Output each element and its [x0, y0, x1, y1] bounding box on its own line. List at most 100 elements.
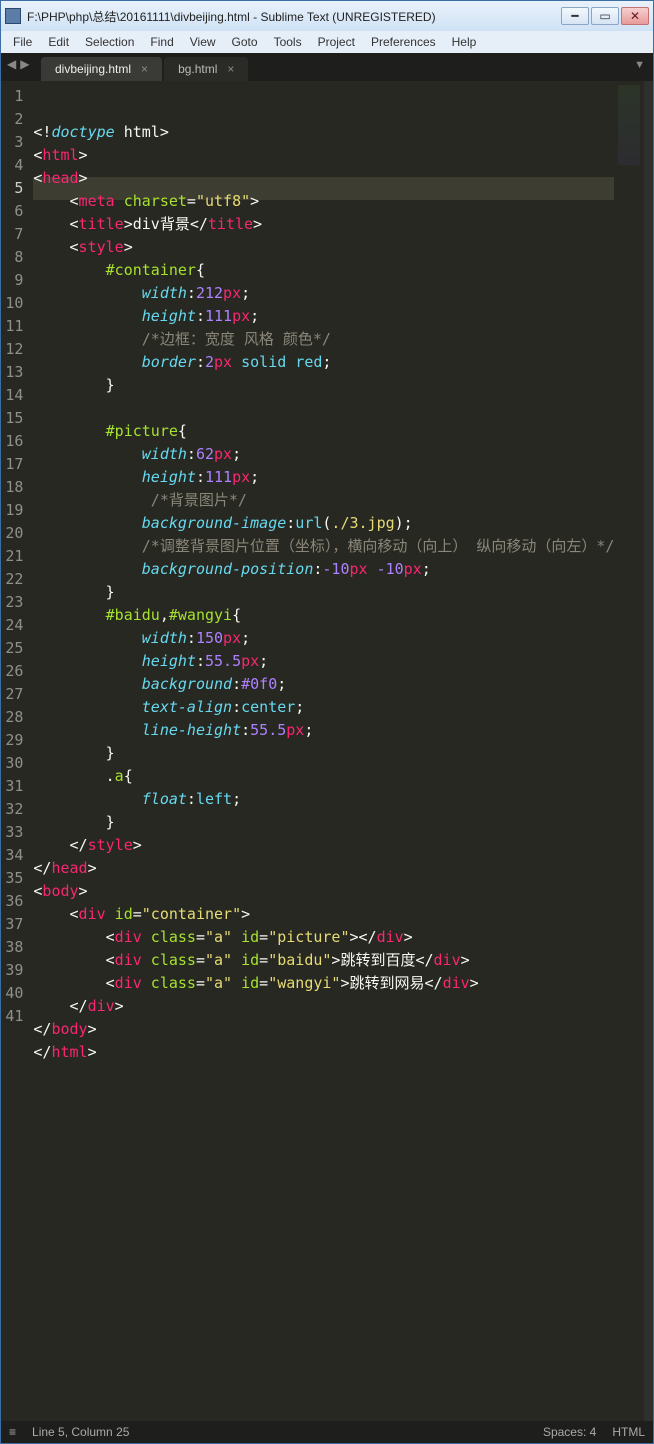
- line-number: 28: [1, 706, 23, 729]
- code-line[interactable]: <meta charset="utf8">: [33, 190, 614, 213]
- code-line[interactable]: </style>: [33, 834, 614, 857]
- tab-divbeijing[interactable]: divbeijing.html ×: [41, 57, 162, 81]
- code-line[interactable]: [33, 397, 614, 420]
- line-number: 18: [1, 476, 23, 499]
- code-line[interactable]: background-position:-10px -10px;: [33, 558, 614, 581]
- code-line[interactable]: </div>: [33, 995, 614, 1018]
- line-number: 33: [1, 821, 23, 844]
- line-number: 3: [1, 131, 23, 154]
- maximize-button[interactable]: ▭: [591, 7, 619, 25]
- code-line[interactable]: /*调整背景图片位置（坐标），横向移动（向上） 纵向移动（向左）*/: [33, 535, 614, 558]
- code-line[interactable]: }: [33, 811, 614, 834]
- vertical-scrollbar[interactable]: [644, 81, 653, 1421]
- line-number: 30: [1, 752, 23, 775]
- status-cursor-position[interactable]: Line 5, Column 25: [32, 1425, 129, 1439]
- menu-find[interactable]: Find: [144, 33, 179, 51]
- status-indent[interactable]: Spaces: 4: [543, 1425, 596, 1439]
- code-line[interactable]: text-align:center;: [33, 696, 614, 719]
- menu-selection[interactable]: Selection: [79, 33, 140, 51]
- line-number: 40: [1, 982, 23, 1005]
- minimap[interactable]: [614, 81, 644, 1421]
- line-number: 7: [1, 223, 23, 246]
- code-line[interactable]: width:212px;: [33, 282, 614, 305]
- line-number: 12: [1, 338, 23, 361]
- line-number: 37: [1, 913, 23, 936]
- code-line[interactable]: .a{: [33, 765, 614, 788]
- app-icon: [5, 8, 21, 24]
- line-number: 11: [1, 315, 23, 338]
- code-line[interactable]: line-height:55.5px;: [33, 719, 614, 742]
- code-line[interactable]: }: [33, 742, 614, 765]
- menu-help[interactable]: Help: [446, 33, 483, 51]
- editor-area: 1234567891011121314151617181920212223242…: [1, 81, 653, 1421]
- line-number-gutter[interactable]: 1234567891011121314151617181920212223242…: [1, 81, 33, 1421]
- code-line[interactable]: height:111px;: [33, 305, 614, 328]
- code-line[interactable]: <div class="a" id="picture"></div>: [33, 926, 614, 949]
- code-line[interactable]: }: [33, 374, 614, 397]
- tab-prev-icon[interactable]: ◀: [7, 57, 16, 71]
- code-line[interactable]: #picture{: [33, 420, 614, 443]
- menu-goto[interactable]: Goto: [226, 33, 264, 51]
- tab-bg[interactable]: bg.html ×: [164, 57, 248, 81]
- code-line[interactable]: background:#0f0;: [33, 673, 614, 696]
- code-line[interactable]: </head>: [33, 857, 614, 880]
- line-number: 32: [1, 798, 23, 821]
- menu-view[interactable]: View: [184, 33, 222, 51]
- code-line[interactable]: /*背景图片*/: [33, 489, 614, 512]
- line-number: 4: [1, 154, 23, 177]
- code-line[interactable]: float:left;: [33, 788, 614, 811]
- minimize-button[interactable]: ━: [561, 7, 589, 25]
- menu-edit[interactable]: Edit: [42, 33, 75, 51]
- code-line[interactable]: /*边框：宽度 风格 颜色*/: [33, 328, 614, 351]
- code-line[interactable]: <title>div背景</title>: [33, 213, 614, 236]
- code-line[interactable]: <div class="a" id="wangyi">跳转到网易</div>: [33, 972, 614, 995]
- line-number: 13: [1, 361, 23, 384]
- line-number: 41: [1, 1005, 23, 1028]
- line-number: 5: [1, 177, 23, 200]
- menu-tools[interactable]: Tools: [268, 33, 308, 51]
- code-line[interactable]: <html>: [33, 144, 614, 167]
- code-line[interactable]: </body>: [33, 1018, 614, 1041]
- line-number: 31: [1, 775, 23, 798]
- tab-next-icon[interactable]: ▶: [20, 57, 29, 71]
- code-line[interactable]: height:111px;: [33, 466, 614, 489]
- line-number: 10: [1, 292, 23, 315]
- titlebar[interactable]: F:\PHP\php\总结\20161111\divbeijing.html -…: [1, 1, 653, 31]
- code-line[interactable]: <body>: [33, 880, 614, 903]
- code-line[interactable]: <head>: [33, 167, 614, 190]
- code-editor[interactable]: <!doctype html><html><head> <meta charse…: [33, 81, 614, 1421]
- line-number: 21: [1, 545, 23, 568]
- close-button[interactable]: ✕: [621, 7, 649, 25]
- code-line[interactable]: <!doctype html>: [33, 121, 614, 144]
- line-number: 2: [1, 108, 23, 131]
- code-line[interactable]: width:150px;: [33, 627, 614, 650]
- code-line[interactable]: <div class="a" id="baidu">跳转到百度</div>: [33, 949, 614, 972]
- code-line[interactable]: </html>: [33, 1041, 614, 1064]
- line-number: 39: [1, 959, 23, 982]
- code-line[interactable]: height:55.5px;: [33, 650, 614, 673]
- menu-file[interactable]: File: [7, 33, 38, 51]
- tab-dropdown-icon[interactable]: ▼: [634, 59, 645, 71]
- minimap-viewport[interactable]: [618, 85, 640, 165]
- status-syntax[interactable]: HTML: [612, 1425, 645, 1439]
- tab-close-icon[interactable]: ×: [141, 62, 148, 76]
- line-number: 25: [1, 637, 23, 660]
- code-line[interactable]: }: [33, 581, 614, 604]
- code-line[interactable]: #container{: [33, 259, 614, 282]
- line-number: 26: [1, 660, 23, 683]
- code-line[interactable]: <style>: [33, 236, 614, 259]
- line-number: 29: [1, 729, 23, 752]
- code-line[interactable]: background-image:url(./3.jpg);: [33, 512, 614, 535]
- line-number: 8: [1, 246, 23, 269]
- tab-close-icon[interactable]: ×: [227, 62, 234, 76]
- code-line[interactable]: width:62px;: [33, 443, 614, 466]
- line-number: 22: [1, 568, 23, 591]
- code-line[interactable]: #baidu,#wangyi{: [33, 604, 614, 627]
- line-number: 24: [1, 614, 23, 637]
- code-line[interactable]: <div id="container">: [33, 903, 614, 926]
- status-hamburger-icon[interactable]: ≡: [9, 1425, 16, 1439]
- line-number: 19: [1, 499, 23, 522]
- menu-preferences[interactable]: Preferences: [365, 33, 442, 51]
- code-line[interactable]: border:2px solid red;: [33, 351, 614, 374]
- menu-project[interactable]: Project: [312, 33, 361, 51]
